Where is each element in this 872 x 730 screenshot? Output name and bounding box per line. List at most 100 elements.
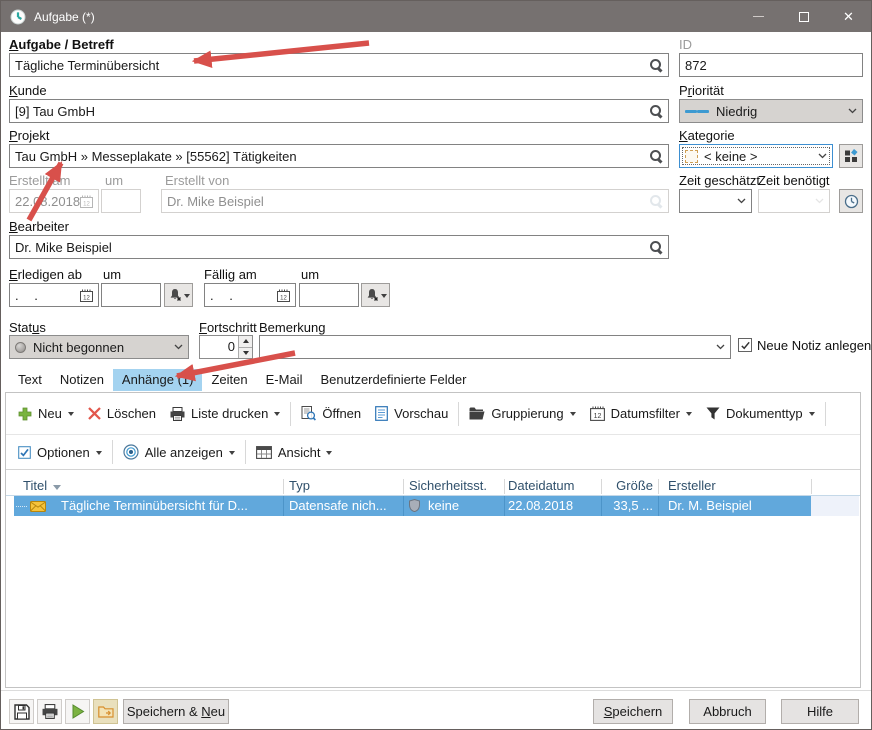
cell-sicherheitsstufe: keine (428, 498, 459, 513)
erstellt-von-input: Dr. Mike Beispiel (161, 189, 669, 213)
status-circle-icon (15, 342, 26, 353)
erledigen-ab-label: Erledigen ab (9, 267, 82, 282)
print-icon-button[interactable] (37, 699, 62, 724)
aufgabe-betreff-input[interactable]: Tägliche Terminübersicht (9, 53, 669, 77)
erledigen-ab-date-input[interactable]: . . 12 (9, 283, 99, 307)
tab-text[interactable]: Text (9, 369, 51, 391)
chevron-down-icon (716, 344, 725, 350)
um-label-3: um (301, 267, 319, 282)
zeit-geschaetzt-select[interactable] (679, 189, 752, 213)
tree-branch (16, 506, 27, 507)
zeit-benoetigt-label: Zeit benötigt (758, 173, 830, 188)
printer-icon (42, 704, 58, 719)
tab-bar: Text Notizen Anhänge (1) Zeiten E-Mail B… (9, 369, 475, 391)
zeit-benoetigt-select (758, 189, 830, 213)
kunde-input[interactable]: [9] Tau GmbH (9, 99, 669, 123)
um-label-1: um (105, 173, 123, 188)
priority-low-icon (685, 108, 709, 115)
liste-drucken-button[interactable]: Liste drucken (163, 400, 287, 428)
categories-icon (844, 149, 858, 163)
time-tracking-button[interactable] (839, 189, 863, 213)
calendar-icon: 12 (80, 195, 93, 208)
prioritaet-select[interactable]: Niedrig (679, 99, 863, 123)
abbruch-button[interactable]: Abbruch (689, 699, 766, 724)
save-icon-button[interactable] (9, 699, 34, 724)
grid-view-icon (256, 446, 272, 459)
task-window: Aufgabe (*) ✕ Aufgabe / Betreff Tägliche… (0, 0, 872, 730)
tab-anhaenge[interactable]: Anhänge (1) (113, 369, 203, 391)
chevron-down-icon (570, 412, 576, 419)
erledigen-reminder-button[interactable] (164, 283, 193, 307)
search-icon[interactable] (649, 149, 663, 163)
floppy-icon (14, 704, 30, 720)
hilfe-button[interactable]: Hilfe (781, 699, 859, 724)
projekt-label: Projekt (9, 128, 49, 143)
column-header-typ[interactable]: Typ (289, 478, 310, 493)
toolbar-separator (245, 440, 246, 464)
gruppierung-button[interactable]: Gruppierung (462, 400, 582, 428)
search-icon[interactable] (649, 58, 663, 72)
speichern-und-neu-button[interactable]: Speichern & Neu (123, 699, 229, 724)
search-icon[interactable] (649, 240, 663, 254)
calendar-icon[interactable]: 12 (277, 289, 290, 302)
um-label-2: um (103, 267, 121, 282)
bell-off-icon (365, 288, 379, 302)
kategorie-select[interactable]: < keine > (679, 144, 833, 168)
search-icon[interactable] (649, 104, 663, 118)
fortschritt-stepper[interactable]: 0 (199, 335, 253, 359)
erledigen-um-time-input[interactable] (101, 283, 161, 307)
tab-benutzerdefinierte-felder[interactable]: Benutzerdefinierte Felder (311, 369, 475, 391)
projekt-input[interactable]: Tau GmbH » Messeplakate » [55562] Tätigk… (9, 144, 669, 168)
color-swatch-icon (685, 150, 698, 163)
faellig-reminder-button[interactable] (361, 283, 390, 307)
oeffnen-button[interactable]: Öffnen (294, 400, 368, 428)
maximize-button[interactable] (781, 1, 826, 32)
tab-zeiten[interactable]: Zeiten (202, 369, 256, 391)
loeschen-button[interactable]: Löschen (81, 400, 163, 428)
dokumenttyp-button[interactable]: Dokumenttyp (699, 400, 822, 428)
titlebar: Aufgabe (*) ✕ (1, 1, 871, 32)
attachments-table: Titel Typ Sicherheitsst. Dateidatum Größ… (6, 477, 860, 516)
column-header-titel[interactable]: Titel (23, 478, 61, 493)
faellig-am-date-input[interactable]: . . 12 (204, 283, 296, 307)
clock-icon (844, 194, 859, 209)
stepper-down-button[interactable] (239, 347, 252, 359)
cell-typ: Datensafe nich... (289, 498, 401, 513)
chevron-down-icon (809, 412, 815, 419)
tab-notizen[interactable]: Notizen (51, 369, 113, 391)
column-header-groesse[interactable]: Größe (561, 478, 653, 493)
cell-ersteller: Dr. M. Beispiel (668, 498, 752, 513)
kategorie-manage-button[interactable] (839, 144, 863, 168)
toolbar-separator (112, 440, 113, 464)
bearbeiter-label: Bearbeiter (9, 219, 69, 234)
bemerkung-combobox[interactable] (259, 335, 731, 359)
vorschau-button[interactable]: Vorschau (368, 400, 455, 428)
faellig-um-time-input[interactable] (299, 283, 359, 307)
chevron-down-icon (848, 108, 857, 114)
table-row[interactable]: Tägliche Terminübersicht für D... Datens… (6, 496, 860, 516)
ansicht-button[interactable]: Ansicht (249, 438, 340, 466)
stepper-up-button[interactable] (239, 336, 252, 347)
column-header-ersteller[interactable]: Ersteller (668, 478, 716, 493)
column-header-sicherheitsstufe[interactable]: Sicherheitsst. (409, 478, 487, 493)
close-button[interactable]: ✕ (826, 1, 871, 32)
id-input[interactable]: 872 (679, 53, 863, 77)
neu-button[interactable]: Neu (11, 400, 81, 428)
bearbeiter-input[interactable]: Dr. Mike Beispiel (9, 235, 669, 259)
cell-groesse: 33,5 ... (561, 498, 653, 513)
svg-text:12: 12 (83, 295, 90, 301)
minimize-button[interactable] (736, 1, 781, 32)
alle-anzeigen-button[interactable]: Alle anzeigen (116, 438, 242, 466)
neue-notiz-checkbox[interactable] (738, 338, 752, 352)
status-select[interactable]: Nicht begonnen (9, 335, 189, 359)
kategorie-label: Kategorie (679, 128, 735, 143)
options-checkbox-icon (18, 446, 31, 459)
prioritaet-label: Priorität (679, 83, 724, 98)
calendar-icon[interactable]: 12 (80, 289, 93, 302)
start-icon-button[interactable] (65, 699, 90, 724)
tab-email[interactable]: E-Mail (257, 369, 312, 391)
speichern-button[interactable]: Speichern (593, 699, 673, 724)
datumsfilter-button[interactable]: 12 Datumsfilter (583, 400, 699, 428)
eye-icon (123, 444, 139, 460)
optionen-button[interactable]: Optionen (11, 438, 109, 466)
